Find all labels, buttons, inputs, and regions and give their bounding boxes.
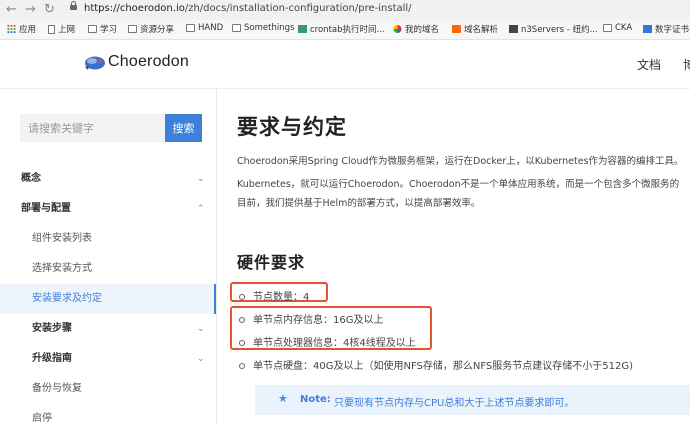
list-item: 单节点处理器信息：4核4线程及以上 (239, 334, 416, 349)
bookmark-label: 我的域名 (405, 25, 440, 35)
sidebar-item-install-method[interactable]: 选择安装方式 (0, 254, 216, 284)
bookmark-label: crontab执行时间... (310, 25, 385, 35)
cert-icon (643, 25, 652, 33)
url-field[interactable]: https://choerodon.io/zh/docs/installatio… (84, 3, 412, 14)
page-title: 要求与约定 (237, 115, 347, 139)
server-icon (509, 25, 518, 33)
chevron-down-icon: ⌄ (197, 174, 205, 184)
pinwheel-icon (393, 25, 402, 33)
sidebar-item-backup-restore[interactable]: 备份与恢复 (0, 374, 216, 404)
sidebar-item-requirements[interactable]: 安装要求及约定 (0, 284, 216, 314)
list-item: 节点数量：4 (239, 288, 309, 303)
chevron-down-icon: ⌄ (197, 324, 205, 334)
folder-icon (603, 24, 612, 32)
bullet-dot (239, 363, 245, 369)
sidebar-item-label: 选择安装方式 (32, 263, 92, 274)
bullet-dot (239, 340, 245, 346)
logo-text[interactable]: Choerodon (108, 53, 189, 71)
bookmark-dns[interactable]: 域名解析 (452, 23, 498, 35)
list-item-text: 单节点硬盘：40G及以上（如使用NFS存储，那么NFS服务节点建议存储不小于51… (253, 361, 634, 372)
docs-sidebar: 搜索 概念 ⌄ 部署与配置 ⌃ 组件安装列表 选择安装方式 安装要求及约定 安装… (0, 89, 217, 425)
sidebar-item-start-stop[interactable]: 启停 (0, 404, 216, 434)
search-button[interactable]: 搜索 (165, 114, 202, 142)
chevron-up-icon: ⌃ (197, 204, 205, 214)
bookmark-cka[interactable]: CKA (603, 23, 632, 33)
note-callout: ★ Note: 只要现有节点内存与CPU总和大于上述节点要求即可。 (255, 385, 690, 415)
sidebar-item-label: 安装步骤 (32, 323, 72, 334)
bookmark-domain[interactable]: 我的域名 (393, 23, 439, 35)
sidebar-item-component-list[interactable]: 组件安装列表 (0, 224, 216, 254)
bookmark-label: 资源分享 (140, 25, 175, 35)
hardware-heading: 硬件要求 (237, 253, 306, 272)
bookmark-hand[interactable]: HAND (186, 23, 223, 33)
bookmarks-bar: 应用 上网 学习 资源分享 HAND Somethings crontab执行时… (0, 20, 690, 40)
note-text: 只要现有节点内存与CPU总和大于上述节点要求即可。 (334, 398, 575, 409)
bookmark-label: 学习 (100, 25, 118, 35)
bullet-dot (239, 294, 245, 300)
bookmark-shangwang[interactable]: 上网 (48, 23, 75, 35)
bookmark-somethings[interactable]: Somethings (232, 23, 294, 33)
bookmark-label: 数字证书 (655, 25, 690, 35)
main-content: 要求与约定 Choerodon采用Spring Cloud作为微服务框架，运行在… (217, 89, 690, 425)
sidebar-item-deploy-config[interactable]: 部署与配置 ⌃ (0, 194, 216, 224)
bookmark-label: CKA (615, 23, 633, 33)
reload-icon[interactable]: ↻ (44, 2, 55, 18)
folder-icon (232, 24, 241, 32)
site-header: Choerodon 文档 博 (0, 40, 690, 89)
nav-blog-link[interactable]: 博 (683, 56, 690, 73)
search-input[interactable] (20, 114, 165, 142)
bookmark-cert[interactable]: 数字证书 (643, 23, 689, 35)
browser-address-bar: ← → ↻ https://choerodon.io/zh/docs/insta… (0, 0, 690, 21)
sidebar-item-label: 升级指南 (32, 353, 72, 364)
note-label: Note: (300, 394, 331, 405)
sidebar-item-install-steps[interactable]: 安装步骤 ⌄ (0, 314, 216, 344)
list-item-text: 单节点处理器信息：4核4线程及以上 (253, 338, 416, 349)
orange-n-icon (452, 25, 461, 33)
sidebar-item-label: 部署与配置 (21, 203, 71, 214)
bookmark-label: 域名解析 (464, 25, 499, 35)
apps-grid-icon (7, 25, 16, 33)
url-host: https://choerodon.io (84, 3, 185, 14)
sidebar-item-label: 安装要求及约定 (32, 293, 102, 304)
star-icon: ★ (278, 392, 288, 405)
list-item: 单节点内存信息：16G及以上 (239, 311, 383, 326)
choerodon-logo-icon[interactable] (83, 53, 107, 71)
list-item: 单节点硬盘：40G及以上（如使用NFS存储，那么NFS服务节点建议存储不小于51… (239, 357, 633, 372)
list-item-text: 单节点内存信息：16G及以上 (253, 315, 384, 326)
intro-paragraph-line: 目前，我们提供基于Helm的部署方式，以提高部署效率。 (237, 198, 481, 209)
bookmark-ziyuan[interactable]: 资源分享 (128, 23, 174, 35)
sidebar-item-label: 组件安装列表 (32, 233, 92, 244)
folder-icon (88, 25, 97, 33)
nav-docs-link[interactable]: 文档 (637, 56, 661, 73)
intro-paragraph-line: Kubernetes，就可以运行Choerodon。Choerodon不是一个单… (237, 179, 680, 190)
sidebar-item-label: 启停 (32, 413, 52, 424)
bookmark-label: 上网 (58, 25, 76, 35)
crontab-icon (298, 25, 307, 33)
sidebar-item-label: 概念 (21, 173, 41, 184)
page-icon (48, 24, 55, 34)
bookmark-n3servers[interactable]: n3Servers - 纽约... (509, 23, 598, 35)
bullet-dot (239, 317, 245, 323)
sidebar-item-label: 备份与恢复 (32, 383, 82, 394)
bookmark-apps[interactable]: 应用 (7, 23, 36, 35)
intro-paragraph-line: Choerodon采用Spring Cloud作为微服务框架，运行在Docker… (237, 156, 684, 167)
bookmark-crontab[interactable]: crontab执行时间... (298, 23, 385, 35)
folder-icon (186, 24, 195, 32)
sidebar-item-concepts[interactable]: 概念 ⌄ (0, 164, 216, 194)
chevron-down-icon: ⌄ (197, 354, 205, 364)
bookmark-label: 应用 (19, 25, 37, 35)
url-path: /zh/docs/installation-configuration/pre-… (184, 3, 412, 14)
bookmark-label: HAND (198, 23, 224, 33)
bookmark-xuexi[interactable]: 学习 (88, 23, 117, 35)
forward-arrow-icon[interactable]: → (25, 2, 36, 18)
sidebar-item-upgrade-guide[interactable]: 升级指南 ⌄ (0, 344, 216, 374)
list-item-text: 节点数量：4 (253, 292, 310, 303)
back-arrow-icon[interactable]: ← (6, 2, 17, 18)
bookmark-label: n3Servers - 纽约... (521, 25, 598, 35)
bookmark-label: Somethings (244, 23, 295, 33)
lock-icon (70, 1, 77, 10)
folder-icon (128, 25, 137, 33)
